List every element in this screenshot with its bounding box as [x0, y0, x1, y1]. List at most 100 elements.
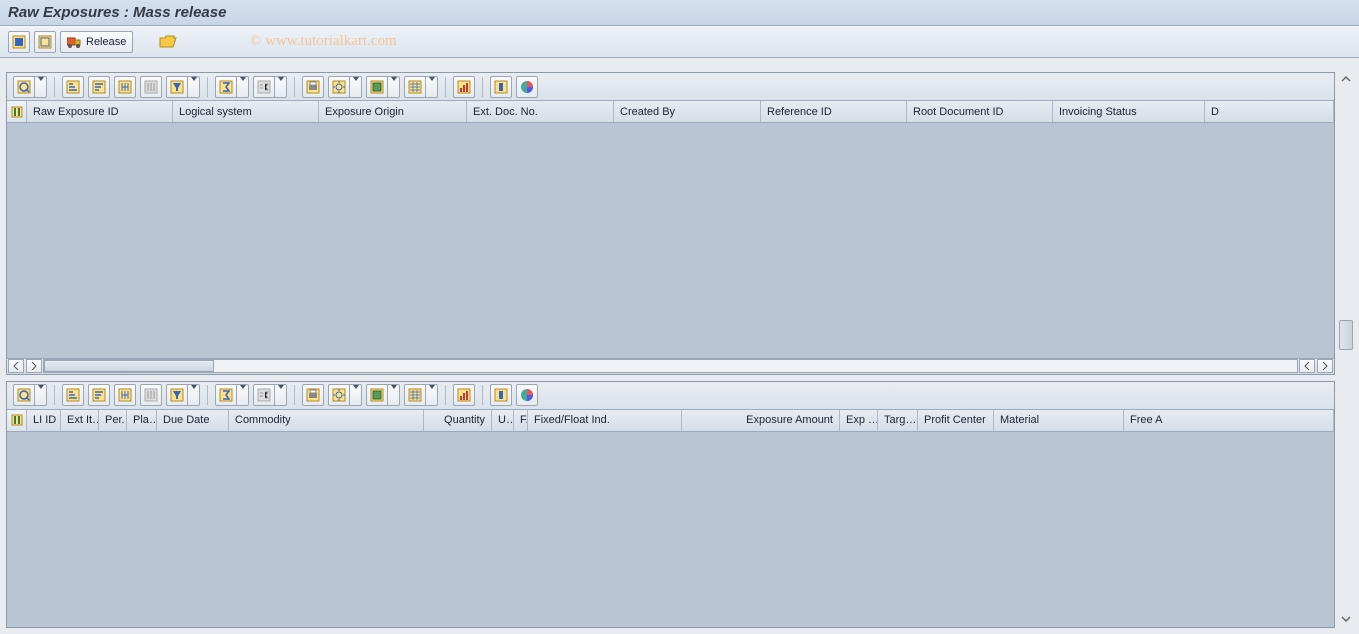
pie-chart-icon	[520, 80, 534, 94]
find-next-button[interactable]	[140, 76, 162, 98]
col-per[interactable]: Per.	[99, 410, 127, 431]
col-targ[interactable]: Targ…	[878, 410, 918, 431]
col-quantity[interactable]: Quantity	[424, 410, 492, 431]
print-icon	[306, 80, 320, 94]
sort-asc-button[interactable]	[62, 76, 84, 98]
filter-icon	[170, 80, 184, 94]
sort-asc-button-b[interactable]	[62, 384, 84, 406]
sigma-icon	[219, 80, 233, 94]
watermark: © www.tutorialkart.com	[250, 33, 397, 50]
col-raw-exposure-id[interactable]: Raw Exposure ID	[27, 101, 173, 122]
col-exp[interactable]: Exp …	[840, 410, 878, 431]
sort-desc-button-b[interactable]	[88, 384, 110, 406]
top-grid-body	[7, 123, 1334, 358]
graphic-button[interactable]	[453, 76, 475, 98]
subtotal-icon	[257, 80, 271, 94]
print-button[interactable]	[302, 76, 324, 98]
scroll-left-end-button[interactable]	[1299, 359, 1315, 373]
chart-button-b[interactable]	[516, 384, 538, 406]
top-alv-toolbar	[7, 73, 1334, 101]
subtotal-split[interactable]	[253, 76, 287, 98]
release-button[interactable]: Release	[60, 31, 133, 53]
folder-open-icon	[159, 35, 177, 49]
info-button[interactable]	[490, 76, 512, 98]
col-profit-center[interactable]: Profit Center	[918, 410, 994, 431]
col-ext-it[interactable]: Ext It…	[61, 410, 99, 431]
page-title: Raw Exposures : Mass release	[8, 4, 226, 21]
col-reference-id[interactable]: Reference ID	[761, 101, 907, 122]
col-exposure-amount[interactable]: Exposure Amount	[682, 410, 840, 431]
layout-split-b[interactable]	[404, 384, 438, 406]
details-split[interactable]	[13, 76, 47, 98]
sigma-icon	[219, 388, 233, 402]
outer-scroll-thumb[interactable]	[1339, 320, 1353, 350]
details-icon	[17, 388, 31, 402]
select-all-rows-bottom[interactable]	[7, 410, 27, 431]
export-icon	[370, 388, 384, 402]
col-logical-system[interactable]: Logical system	[173, 101, 319, 122]
folder-open-button[interactable]	[157, 31, 179, 53]
sort-asc-icon	[66, 80, 80, 94]
sort-desc-icon	[92, 80, 106, 94]
top-grid-header: Raw Exposure ID Logical system Exposure …	[7, 101, 1334, 123]
sum-split-b[interactable]	[215, 384, 249, 406]
col-fixed-float[interactable]: Fixed/Float Ind.	[528, 410, 682, 431]
truck-icon	[67, 36, 83, 48]
col-li-id[interactable]: LI ID	[27, 410, 61, 431]
view-split-b[interactable]	[328, 384, 362, 406]
filter-split-b[interactable]	[166, 384, 200, 406]
col-d[interactable]: D	[1205, 101, 1334, 122]
export-split-b[interactable]	[366, 384, 400, 406]
select-column-icon	[11, 414, 23, 426]
find-next-icon	[144, 388, 158, 402]
col-free-a[interactable]: Free A	[1124, 410, 1334, 431]
col-commodity[interactable]: Commodity	[229, 410, 424, 431]
info-button-b[interactable]	[490, 384, 512, 406]
subtotal-icon	[257, 388, 271, 402]
col-due-date[interactable]: Due Date	[157, 410, 229, 431]
sum-split[interactable]	[215, 76, 249, 98]
col-pla[interactable]: Pla…	[127, 410, 157, 431]
top-panel: Raw Exposure ID Logical system Exposure …	[6, 72, 1335, 375]
view-icon	[332, 388, 346, 402]
info-icon	[494, 80, 508, 94]
print-button-b[interactable]	[302, 384, 324, 406]
find-button[interactable]	[114, 76, 136, 98]
graphic-button-b[interactable]	[453, 384, 475, 406]
col-invoicing-status[interactable]: Invoicing Status	[1053, 101, 1205, 122]
scroll-left-button[interactable]	[8, 359, 24, 373]
app-toolbar: Release © www.tutorialkart.com	[0, 26, 1359, 58]
col-material[interactable]: Material	[994, 410, 1124, 431]
details-split-b[interactable]	[13, 384, 47, 406]
export-split[interactable]	[366, 76, 400, 98]
top-hscroll[interactable]	[7, 358, 1334, 374]
col-exposure-origin[interactable]: Exposure Origin	[319, 101, 467, 122]
select-all-button[interactable]	[8, 31, 30, 53]
bottom-grid-header: LI ID Ext It… Per. Pla… Due Date Commodi…	[7, 410, 1334, 432]
find-next-icon	[144, 80, 158, 94]
deselect-all-button[interactable]	[34, 31, 56, 53]
filter-split[interactable]	[166, 76, 200, 98]
chart-button[interactable]	[516, 76, 538, 98]
bar-chart-icon	[457, 80, 471, 94]
top-scroll-track[interactable]	[43, 359, 1298, 373]
col-f[interactable]: F.	[514, 410, 528, 431]
col-root-document-id[interactable]: Root Document ID	[907, 101, 1053, 122]
find-button-b[interactable]	[114, 384, 136, 406]
scroll-right-button[interactable]	[1317, 359, 1333, 373]
pie-chart-icon	[520, 388, 534, 402]
layout-split[interactable]	[404, 76, 438, 98]
col-ext-doc-no[interactable]: Ext. Doc. No.	[467, 101, 614, 122]
subtotal-split-b[interactable]	[253, 384, 287, 406]
top-scroll-thumb[interactable]	[44, 360, 214, 372]
col-created-by[interactable]: Created By	[614, 101, 761, 122]
find-next-button-b[interactable]	[140, 384, 162, 406]
outer-scroll-down[interactable]	[1339, 612, 1353, 626]
view-split[interactable]	[328, 76, 362, 98]
sort-desc-button[interactable]	[88, 76, 110, 98]
scroll-right-inner-button[interactable]	[26, 359, 42, 373]
col-u[interactable]: U…	[492, 410, 514, 431]
select-all-rows-top[interactable]	[7, 101, 27, 122]
layout-icon	[408, 80, 422, 94]
outer-scroll-up[interactable]	[1339, 72, 1353, 86]
